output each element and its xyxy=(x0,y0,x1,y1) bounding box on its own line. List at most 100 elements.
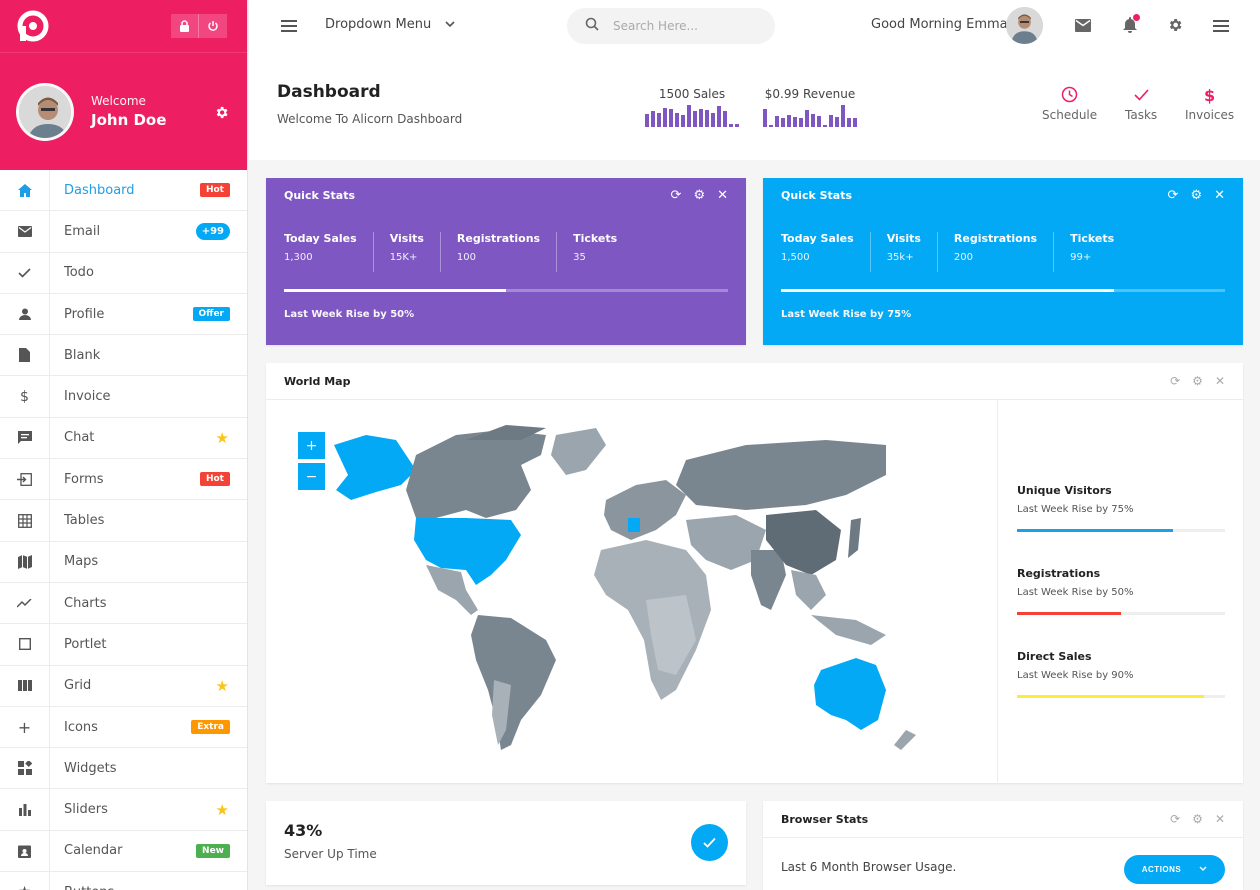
refresh-icon[interactable]: ⟳ xyxy=(1168,188,1179,203)
gear-icon[interactable]: ⚙ xyxy=(693,188,705,203)
map-region-greenland[interactable] xyxy=(551,428,606,475)
zoom-in-button[interactable]: + xyxy=(298,432,325,459)
map-region-usa[interactable] xyxy=(414,518,521,585)
sidebar-nav: Dashboard Hot Email +99 Todo Profile Offer Blan… xyxy=(0,170,247,890)
spark-bar xyxy=(817,116,821,127)
progress-track xyxy=(284,289,728,292)
sidebar-item-icons[interactable]: + Icons Extra xyxy=(0,706,247,749)
user-avatar[interactable] xyxy=(16,82,74,141)
sidebar-item-sliders[interactable]: Sliders ★ xyxy=(0,789,247,831)
sidebar-item-todo[interactable]: Todo xyxy=(0,252,247,294)
gear-icon[interactable]: ⚙ xyxy=(1192,812,1203,826)
stat-value: 100 xyxy=(456,252,476,263)
map-region-indonesia[interactable] xyxy=(811,615,886,645)
spark-bar xyxy=(735,124,739,127)
user-panel: Welcome John Doe xyxy=(0,52,247,170)
map-region-new-zealand[interactable] xyxy=(894,730,916,750)
sidebar-item-widgets[interactable]: Widgets xyxy=(0,748,247,790)
sidebar-item-blank[interactable]: Blank xyxy=(0,335,247,377)
user-welcome: Welcome xyxy=(91,94,146,108)
actions-button[interactable]: ACTIONS xyxy=(1124,855,1225,884)
spark-bar xyxy=(763,109,767,127)
spark-bar xyxy=(769,125,773,127)
sidebar-item-profile[interactable]: Profile Offer xyxy=(0,293,247,336)
spark-bar xyxy=(699,109,703,127)
gear-icon[interactable]: ⚙ xyxy=(1190,188,1202,203)
stat-key: Visits xyxy=(886,232,921,245)
close-icon[interactable]: ✕ xyxy=(1214,188,1225,203)
spark-bar xyxy=(645,114,649,127)
nav-badge: Offer xyxy=(192,307,230,322)
map-region-russia[interactable] xyxy=(676,440,886,510)
lock-icon[interactable] xyxy=(171,14,199,38)
sidebar-item-tables[interactable]: Tables xyxy=(0,500,247,542)
brand-actions xyxy=(171,14,227,38)
search-input[interactable] xyxy=(613,19,763,33)
map-region-south-america[interactable] xyxy=(471,615,556,750)
top-avatar[interactable] xyxy=(1006,7,1043,44)
world-map[interactable]: + − xyxy=(266,400,998,782)
map-region-india[interactable] xyxy=(751,550,786,610)
card-tools: ⟳ ⚙ ✕ xyxy=(671,188,728,203)
sales-label: 1500 Sales xyxy=(658,87,726,101)
map-region-germany[interactable] xyxy=(628,518,640,532)
sidebar-item-grid[interactable]: Grid ★ xyxy=(0,665,247,707)
menu-toggle-icon[interactable] xyxy=(281,20,297,32)
stat-visits: Visits 15K+ xyxy=(390,232,441,272)
tasks-action[interactable]: Tasks xyxy=(1125,86,1157,122)
card-tools: ⟳ ⚙ ✕ xyxy=(1170,374,1225,388)
bell-icon[interactable] xyxy=(1123,14,1140,37)
map-region-canada[interactable] xyxy=(406,430,546,518)
settings-icon[interactable] xyxy=(1167,17,1183,37)
spark-bar xyxy=(799,118,803,127)
widgets-icon xyxy=(0,748,50,789)
dropdown-menu[interactable]: Dropdown Menu xyxy=(325,17,455,32)
zoom-out-button[interactable]: − xyxy=(298,463,325,490)
sidebar-item-email[interactable]: Email +99 xyxy=(0,211,247,253)
sidebar-item-portlet[interactable]: Portlet xyxy=(0,624,247,666)
gear-icon[interactable] xyxy=(214,105,229,125)
refresh-icon[interactable]: ⟳ xyxy=(671,188,682,203)
power-icon[interactable] xyxy=(199,14,227,38)
spark-bar xyxy=(681,115,685,127)
check-icon xyxy=(0,252,50,293)
menu-icon[interactable] xyxy=(1213,20,1229,32)
schedule-action[interactable]: Schedule xyxy=(1042,86,1097,122)
close-icon[interactable]: ✕ xyxy=(1215,812,1225,826)
sidebar-item-invoice[interactable]: $ Invoice xyxy=(0,376,247,418)
card-title: World Map xyxy=(284,375,351,388)
refresh-icon[interactable]: ⟳ xyxy=(1170,812,1180,826)
spark-bar xyxy=(675,113,679,127)
sidebar-item-maps[interactable]: Maps xyxy=(0,541,247,583)
refresh-icon[interactable]: ⟳ xyxy=(1170,374,1180,388)
gear-icon[interactable]: ⚙ xyxy=(1192,374,1203,388)
close-icon[interactable]: ✕ xyxy=(717,188,728,203)
map-region-europe[interactable] xyxy=(604,480,686,540)
plus-icon: + xyxy=(0,706,50,748)
page-subtitle: Welcome To Alicorn Dashboard xyxy=(277,112,463,126)
greeting-text: Good Morning Emma. xyxy=(871,17,1012,32)
star-icon: ★ xyxy=(215,428,229,447)
sidebar-item-calendar[interactable]: Calendar New xyxy=(0,830,247,873)
map-region-alaska[interactable] xyxy=(334,435,416,500)
server-uptime-card: 43% Server Up Time xyxy=(266,801,746,885)
close-icon[interactable]: ✕ xyxy=(1215,374,1225,388)
mail-icon[interactable] xyxy=(1075,19,1091,36)
sidebar-item-charts[interactable]: Charts xyxy=(0,582,247,625)
stat-registrations: Registrations 200 xyxy=(954,232,1055,272)
sidebar-item-buttons[interactable]: ★Buttons xyxy=(0,872,247,890)
clock-icon xyxy=(1042,86,1097,108)
invoices-action[interactable]: $ Invoices xyxy=(1185,86,1234,122)
check-icon[interactable] xyxy=(691,824,728,861)
map-region-japan[interactable] xyxy=(848,518,861,558)
app-logo[interactable] xyxy=(16,9,50,43)
card-title: Quick Stats xyxy=(781,189,853,202)
map-region-australia[interactable] xyxy=(814,658,886,730)
search-icon[interactable] xyxy=(585,17,599,35)
sidebar-item-forms[interactable]: Forms Hot xyxy=(0,459,247,501)
sidebar-item-dashboard[interactable]: Dashboard Hot xyxy=(0,170,247,212)
map-region-southeast-asia[interactable] xyxy=(791,570,826,610)
card-tools: ⟳ ⚙ ✕ xyxy=(1168,188,1225,203)
sidebar-item-chat[interactable]: Chat ★ xyxy=(0,417,247,460)
stat-value: Last Week Rise by 90% xyxy=(1017,670,1134,681)
